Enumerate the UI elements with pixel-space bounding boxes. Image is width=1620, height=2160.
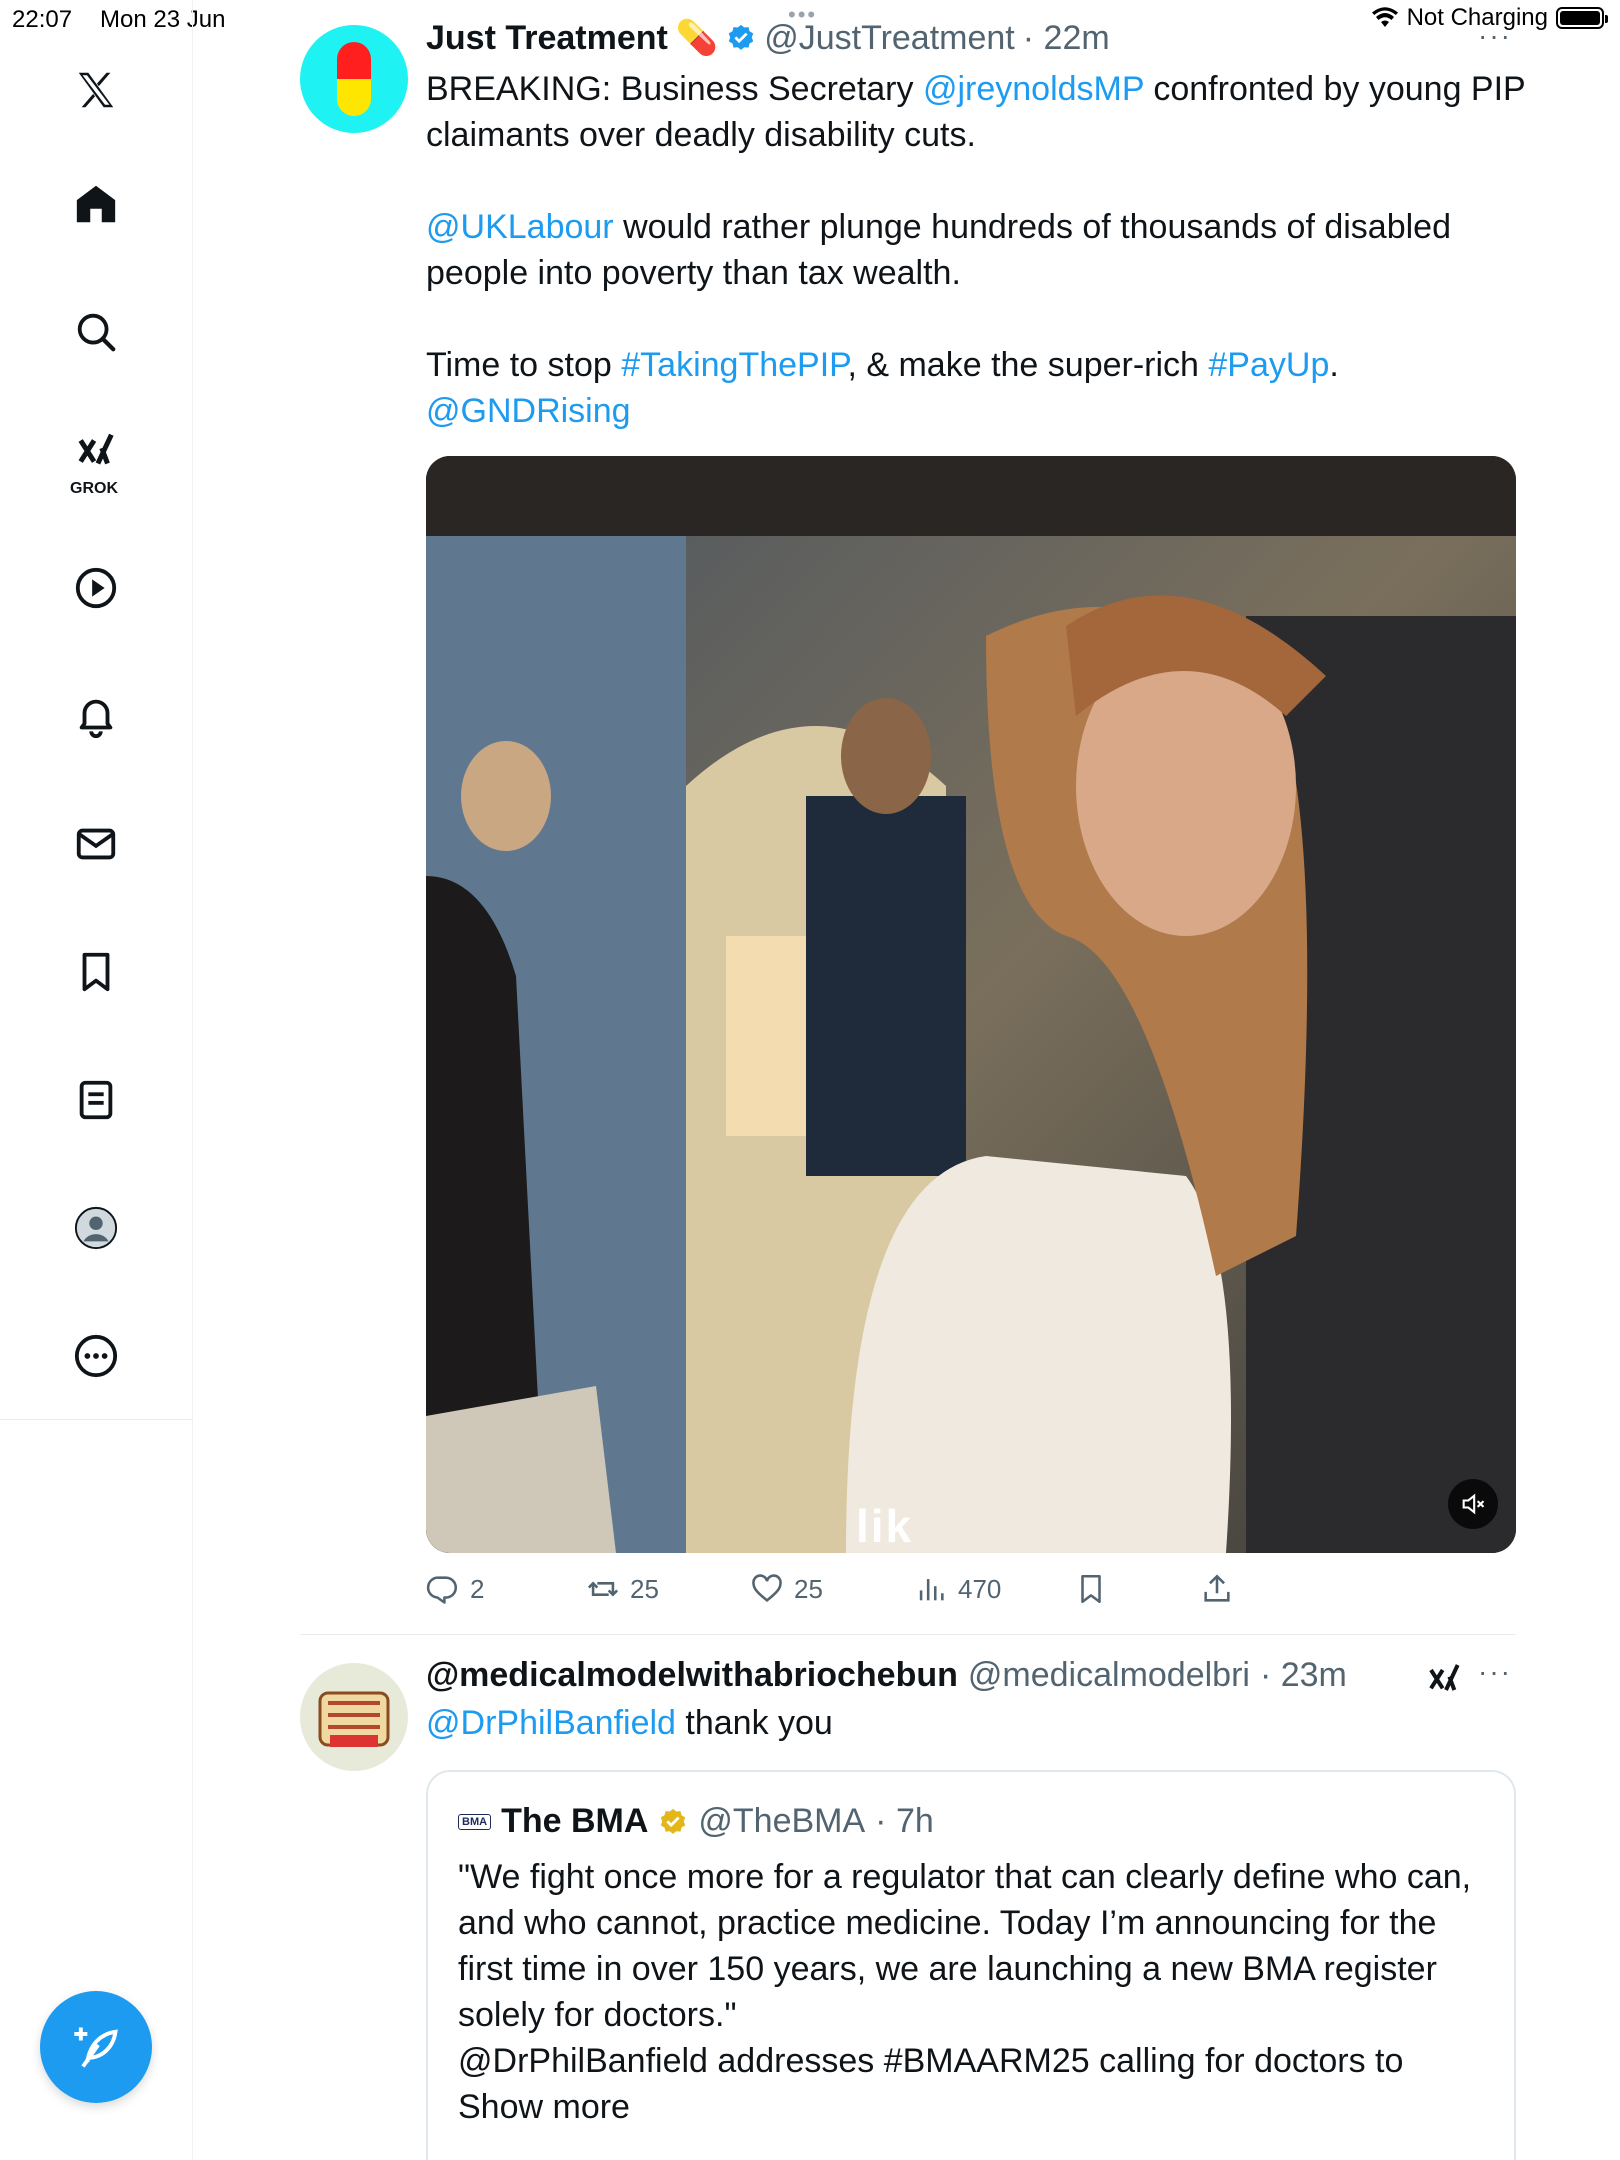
mention-link[interactable]: @UKLabour — [426, 208, 614, 246]
messages-envelope-icon[interactable] — [66, 814, 126, 874]
quoted-tweet-card[interactable]: BMA The BMA @TheBMA · 7h "We fight once … — [426, 1770, 1516, 2160]
battery-icon — [1556, 7, 1608, 29]
repost-count: 25 — [630, 1573, 659, 1604]
quote-header: BMA The BMA @TheBMA · 7h — [458, 1802, 934, 1841]
quote-author-handle[interactable]: @TheBMA — [698, 1802, 865, 1841]
tweet-body-para2: @UKLabour would rather plunge hundreds o… — [426, 204, 1526, 296]
reply-icon — [426, 1576, 458, 1604]
tweet-more-icon[interactable]: ··· — [1478, 1656, 1512, 1688]
mention-link[interactable]: @GNDRising — [426, 392, 631, 430]
avatar-just-treatment[interactable] — [300, 25, 408, 133]
home-icon[interactable] — [66, 174, 126, 234]
tweet-header: @medicalmodelwithabriochebun @medicalmod… — [426, 1656, 1347, 1695]
quote-post-time[interactable]: · 7h — [875, 1802, 934, 1841]
author-name[interactable]: @medicalmodelwithabriochebun — [426, 1656, 958, 1695]
sidebar-divider — [0, 1419, 193, 1420]
like-count: 25 — [794, 1573, 823, 1604]
text-span: . — [1329, 346, 1339, 384]
sidebar: GROK — [0, 0, 193, 2160]
quote-body: "We fight once more for a regulator that… — [458, 1854, 1488, 2130]
compose-feather-icon — [74, 2027, 118, 2068]
hashtag-link[interactable]: #TakingThePIP — [621, 346, 847, 384]
tweet-header: Just Treatment 💊 @JustTreatment · 22m — [426, 18, 1110, 58]
repost-button[interactable]: 25 — [586, 1572, 659, 1606]
grok-label: GROK — [70, 480, 118, 497]
author-handle[interactable]: @JustTreatment — [764, 19, 1015, 58]
quote-body-text: "We fight once more for a regulator that… — [458, 1858, 1472, 2034]
tweet-divider — [300, 1634, 1516, 1635]
wifi-icon — [1371, 7, 1398, 27]
tweet-body-para1: BREAKING: Business Secretary @jreynoldsM… — [426, 66, 1526, 158]
repost-icon — [587, 1581, 619, 1597]
hashtag-link[interactable]: #PayUp — [1208, 346, 1329, 384]
quote-author-name[interactable]: The BMA — [501, 1802, 648, 1841]
video-player[interactable]: lik — [426, 456, 1516, 1553]
avatar-medicalmodel[interactable] — [300, 1663, 408, 1771]
text-span: BREAKING: Business Secretary — [426, 70, 923, 108]
tweet-body: @DrPhilBanfield thank you — [426, 1700, 1526, 1746]
video-icon[interactable] — [66, 558, 126, 618]
share-button[interactable] — [1200, 1572, 1234, 1606]
x-logo-icon[interactable] — [66, 60, 126, 120]
video-frame — [426, 456, 1516, 1553]
pill-emoji: 💊 — [675, 19, 719, 57]
bookmark-icon — [1081, 1574, 1101, 1604]
mention-link[interactable]: @DrPhilBanfield — [426, 1704, 676, 1742]
text-span: Time to stop — [426, 346, 622, 384]
compose-post-button[interactable] — [40, 1991, 152, 2103]
bma-logo-icon: BMA — [458, 1813, 492, 1830]
grok-explain-icon[interactable] — [1426, 1660, 1466, 1700]
text-span: , & make the super-rich — [847, 346, 1209, 384]
views-chart-icon — [919, 1579, 944, 1601]
notifications-bell-icon[interactable] — [66, 686, 126, 746]
tweet-more-icon[interactable]: ··· — [1478, 20, 1512, 52]
tweet-body-para3: Time to stop #TakingThePIP, & make the s… — [426, 342, 1526, 434]
bookmarks-icon[interactable] — [66, 942, 126, 1002]
heart-icon — [752, 1574, 782, 1602]
text-span: thank you — [675, 1704, 833, 1742]
post-time[interactable]: · 23m — [1260, 1656, 1347, 1695]
more-options-icon[interactable] — [66, 1326, 126, 1386]
share-icon — [1204, 1574, 1230, 1602]
verified-badge-icon — [728, 24, 754, 50]
bookmark-button[interactable] — [1074, 1572, 1108, 1606]
view-count: 470 — [958, 1573, 1002, 1604]
quote-body-text-2: @DrPhilBanfield addresses #BMAARM25 call… — [458, 2042, 1404, 2126]
grok-icon[interactable] — [66, 422, 126, 482]
author-name[interactable]: Just Treatment — [426, 19, 668, 58]
post-time[interactable]: · 22m — [1023, 19, 1110, 58]
mute-toggle-button[interactable] — [1448, 1479, 1498, 1529]
verified-org-badge-icon — [661, 1808, 686, 1834]
search-icon[interactable] — [66, 302, 126, 362]
lists-icon[interactable] — [66, 1070, 126, 1130]
mention-link[interactable]: @jreynoldsMP — [923, 70, 1144, 108]
like-button[interactable]: 25 — [750, 1572, 823, 1606]
views-button[interactable]: 470 — [914, 1572, 1001, 1606]
reply-count: 2 — [470, 1573, 485, 1604]
pill-logo-icon — [337, 42, 371, 116]
profile-avatar-icon[interactable] — [66, 1198, 126, 1258]
gmc-badge-icon — [300, 1663, 408, 1771]
video-caption: lik — [856, 1500, 914, 1552]
reply-button[interactable]: 2 — [426, 1572, 484, 1606]
author-handle[interactable]: @medicalmodelbri — [968, 1656, 1250, 1695]
speaker-muted-icon — [1462, 1493, 1485, 1515]
tweet-actions: 2 25 25 470 — [426, 1572, 1526, 1622]
